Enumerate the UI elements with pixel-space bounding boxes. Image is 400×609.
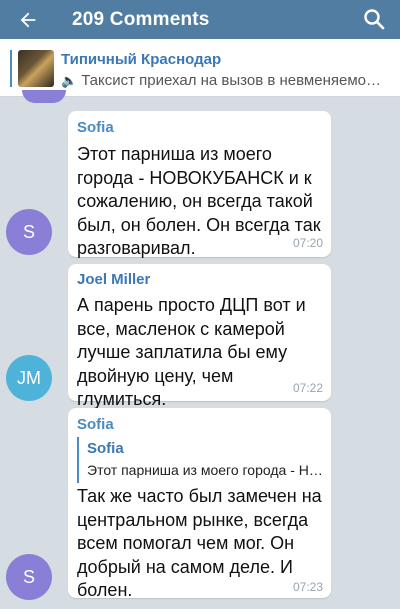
avatar[interactable]: S bbox=[6, 554, 52, 600]
avatar-initials: S bbox=[22, 221, 35, 242]
arrow-left-icon bbox=[20, 12, 36, 27]
avatar[interactable]: JM bbox=[6, 355, 52, 401]
avatar-initials: S bbox=[22, 566, 35, 587]
toolbar: 209 Comments bbox=[0, 0, 400, 39]
message-text: Этот парниша из моего города - НОВОКУБАН… bbox=[77, 144, 321, 259]
reply-text: Этот парниша из моего города - НОВОКУБАН… bbox=[87, 462, 323, 478]
reply-accent-bar bbox=[77, 437, 79, 483]
message-time: 07:20 bbox=[292, 236, 323, 250]
search-button[interactable] bbox=[362, 7, 386, 31]
message-text: Так же часто был замечен на центральном … bbox=[77, 486, 322, 601]
pinned-text: 🔈 Таксист приехал на вызов в невменяемом … bbox=[61, 72, 391, 89]
message-author[interactable]: Joel Miller bbox=[77, 271, 150, 288]
message-bubble[interactable]: Sofia Этот парниша из моего города - НОВ… bbox=[68, 111, 331, 258]
message-text: А парень просто ДЦП вот и все, масленок … bbox=[77, 295, 306, 410]
avatar[interactable] bbox=[22, 90, 66, 103]
message-bubble[interactable]: Joel Miller А парень просто ДЦП вот и вс… bbox=[68, 264, 331, 409]
message-time: 07:22 bbox=[292, 381, 323, 395]
reply-author: Sofia bbox=[87, 440, 124, 457]
avatar[interactable]: S bbox=[6, 209, 52, 255]
reply-quote[interactable]: Sofia Этот парниша из моего города - НОВ… bbox=[77, 434, 323, 484]
pinned-thumbnail bbox=[18, 50, 54, 87]
search-icon bbox=[364, 9, 385, 30]
pinned-title: Типичный Краснодар bbox=[61, 51, 222, 68]
page-title: 209 Comments bbox=[72, 8, 210, 30]
speaker-icon: 🔈 bbox=[61, 73, 78, 88]
pinned-text-content: Таксист приехал на вызов в невменяемом с… bbox=[81, 72, 391, 89]
pinned-post[interactable]: Типичный Краснодар 🔈 Таксист приехал на в… bbox=[0, 39, 400, 97]
message-author[interactable]: Sofia bbox=[77, 119, 114, 136]
back-button[interactable] bbox=[0, 0, 56, 39]
message-time: 07:23 bbox=[292, 580, 323, 594]
avatar-initials: JM bbox=[17, 367, 41, 388]
message-bubble[interactable]: Sofia Sofia Этот парниша из моего города… bbox=[68, 408, 331, 600]
pinned-accent-bar bbox=[10, 50, 12, 87]
message-author[interactable]: Sofia bbox=[77, 416, 114, 433]
